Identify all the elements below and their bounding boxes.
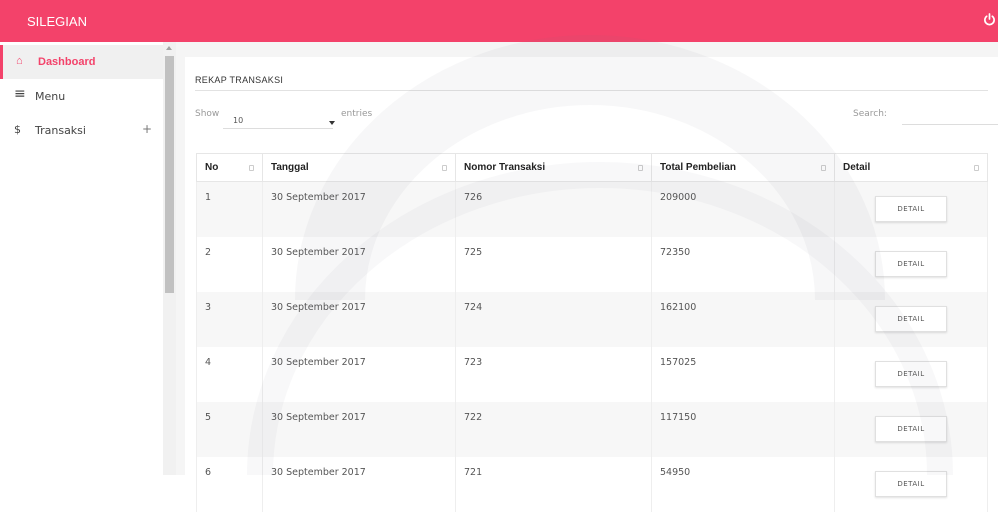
cell-total: 162100 (651, 291, 835, 347)
sort-icon (821, 165, 826, 171)
cell-no: 4 (196, 346, 263, 402)
cell-no: 2 (196, 236, 263, 292)
scroll-thumb[interactable] (165, 56, 174, 293)
cell-nomor: 723 (455, 346, 652, 402)
sidebar-item-menu[interactable]: ≡ Menu (0, 79, 163, 113)
detail-button[interactable]: DETAIL (875, 415, 947, 442)
column-header-detail[interactable]: Detail (834, 153, 988, 182)
column-label: Total Pembelian (660, 162, 736, 173)
scroll-up-arrow-icon[interactable] (166, 46, 172, 50)
detail-button[interactable]: DETAIL (875, 250, 947, 277)
cell-detail: DETAIL (834, 181, 988, 237)
sidebar: ⌂ Dashboard ≡ Menu $ Transaksi + (0, 42, 163, 475)
cell-no: 1 (196, 181, 263, 237)
column-label: Tanggal (271, 162, 309, 173)
home-icon: ⌂ (16, 55, 23, 67)
cell-detail: DETAIL (834, 401, 988, 457)
detail-button[interactable]: DETAIL (875, 305, 947, 332)
sidebar-item-transaksi[interactable]: $ Transaksi + (0, 113, 163, 147)
cell-total: 54950 (651, 456, 835, 512)
cell-total: 209000 (651, 181, 835, 237)
sidebar-item-label: Transaksi (35, 124, 86, 137)
sidebar-scrollbar[interactable] (163, 42, 176, 475)
card-title: REKAP TRANSAKSI (195, 75, 284, 85)
detail-button[interactable]: DETAIL (875, 360, 947, 387)
detail-button[interactable]: DETAIL (875, 196, 947, 222)
cell-nomor: 726 (455, 181, 652, 237)
cell-nomor: 724 (455, 291, 652, 347)
sidebar-item-dashboard[interactable]: ⌂ Dashboard (0, 45, 163, 79)
transactions-table: No Tanggal Nomor Transaksi Total Pembeli… (196, 153, 988, 512)
detail-button[interactable]: DETAIL (875, 470, 947, 497)
sort-icon (249, 165, 254, 171)
cell-nomor: 722 (455, 401, 652, 457)
sidebar-item-label: Dashboard (38, 56, 96, 68)
main-content: REKAP TRANSAKSI Show 10 entries Search: … (176, 42, 998, 512)
page-length-select[interactable]: 10 (223, 111, 333, 129)
expand-plus-icon[interactable]: + (142, 122, 152, 136)
table-row: 4 30 September 2017 723 157025 DETAIL (196, 346, 988, 402)
cell-detail: DETAIL (834, 291, 988, 347)
search-input[interactable] (902, 107, 998, 125)
column-header-nomor-transaksi[interactable]: Nomor Transaksi (455, 153, 652, 182)
chevron-down-icon[interactable] (329, 121, 335, 125)
cell-no: 5 (196, 401, 263, 457)
sort-icon (974, 165, 979, 171)
dollar-icon: $ (14, 123, 21, 136)
cell-detail: DETAIL (834, 236, 988, 292)
table-row: 1 30 September 2017 726 209000 DETAIL (196, 181, 988, 237)
entries-label: entries (341, 109, 373, 119)
cell-tanggal: 30 September 2017 (262, 346, 456, 402)
menu-icon: ≡ (14, 86, 26, 102)
column-header-total-pembelian[interactable]: Total Pembelian (651, 153, 835, 182)
cell-detail: DETAIL (834, 456, 988, 512)
sidebar-item-label: Menu (35, 90, 66, 103)
cell-tanggal: 30 September 2017 (262, 456, 456, 512)
cell-tanggal: 30 September 2017 (262, 401, 456, 457)
show-label: Show (195, 109, 220, 119)
column-label: Detail (843, 162, 871, 173)
cell-total: 157025 (651, 346, 835, 402)
search-label: Search: (853, 109, 887, 119)
cell-nomor: 725 (455, 236, 652, 292)
cell-nomor: 721 (455, 456, 652, 512)
app-brand[interactable]: SILEGIAN (27, 14, 87, 29)
rekap-card: REKAP TRANSAKSI Show 10 entries Search: … (185, 57, 998, 512)
table-row: 2 30 September 2017 725 72350 DETAIL (196, 236, 988, 292)
top-navbar: SILEGIAN (0, 0, 998, 42)
sort-icon (442, 165, 447, 171)
cell-tanggal: 30 September 2017 (262, 181, 456, 237)
column-header-no[interactable]: No (196, 153, 263, 182)
table-header-row: No Tanggal Nomor Transaksi Total Pembeli… (196, 153, 988, 182)
column-label: Nomor Transaksi (464, 162, 546, 173)
divider (195, 90, 988, 91)
cell-no: 6 (196, 456, 263, 512)
power-icon[interactable] (983, 13, 996, 26)
cell-total: 117150 (651, 401, 835, 457)
column-header-tanggal[interactable]: Tanggal (262, 153, 456, 182)
table-row: 3 30 September 2017 724 162100 DETAIL (196, 291, 988, 347)
sort-icon (638, 165, 643, 171)
cell-no: 3 (196, 291, 263, 347)
column-label: No (205, 162, 219, 173)
table-row: 5 30 September 2017 722 117150 DETAIL (196, 401, 988, 457)
cell-detail: DETAIL (834, 346, 988, 402)
cell-total: 72350 (651, 236, 835, 292)
cell-tanggal: 30 September 2017 (262, 236, 456, 292)
table-row: 6 30 September 2017 721 54950 DETAIL (196, 456, 988, 512)
cell-tanggal: 30 September 2017 (262, 291, 456, 347)
page-length-value: 10 (233, 116, 244, 125)
